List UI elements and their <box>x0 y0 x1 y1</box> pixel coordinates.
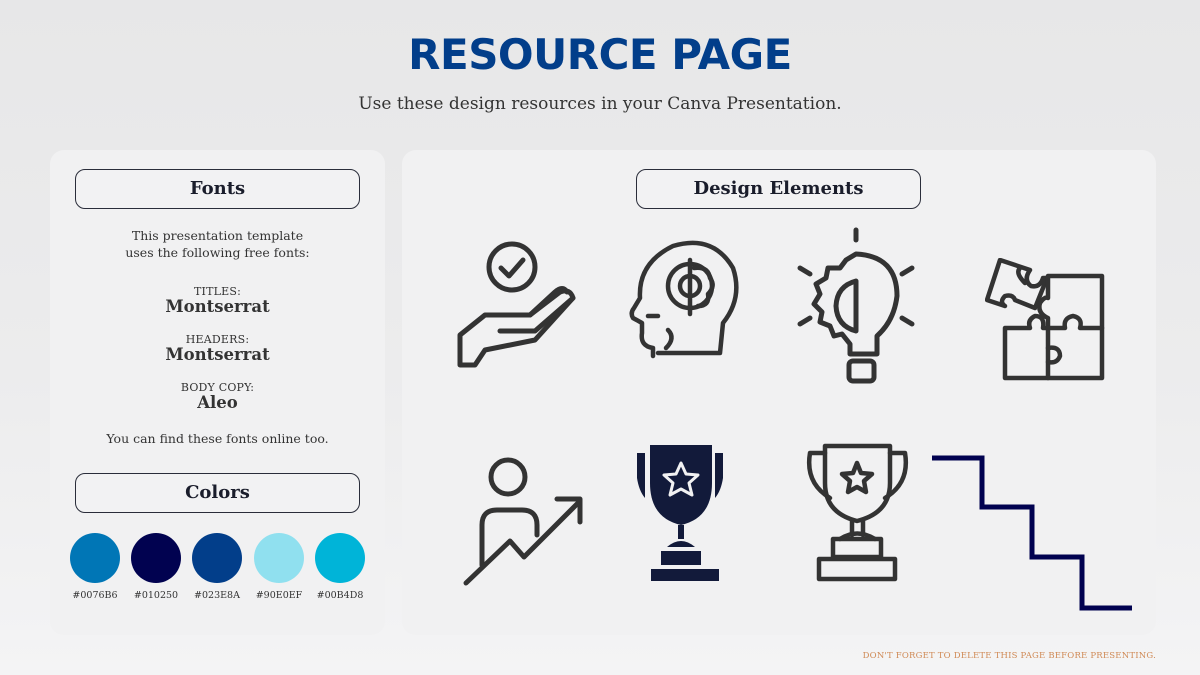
head-gear-brain-icon <box>629 240 739 359</box>
fonts-intro-line1: This presentation template <box>131 228 304 243</box>
color-hex-label: #023E8A <box>194 590 240 601</box>
font-name: Montserrat <box>165 297 270 316</box>
footer-note: DON'T FORGET TO DELETE THIS PAGE BEFORE … <box>862 651 1156 661</box>
fonts-colors-panel: Fonts This presentation template uses th… <box>50 150 385 635</box>
font-name: Aleo <box>197 393 238 412</box>
page-subtitle: Use these design resources in your Canva… <box>358 94 842 114</box>
color-hex-label: #00B4D8 <box>316 590 364 601</box>
trophy-outline-icon <box>806 443 909 582</box>
lightbulb-gear-icon <box>797 227 915 384</box>
font-entry-titles: TITLES: Montserrat <box>50 285 385 316</box>
font-name: Montserrat <box>165 345 270 364</box>
puzzle-pieces-icon <box>985 258 1105 381</box>
fonts-note: You can find these fonts online too. <box>106 431 329 446</box>
design-elements-heading: Design Elements <box>636 169 921 209</box>
color-swatch <box>131 533 181 583</box>
hand-checkmark-icon <box>457 241 576 368</box>
font-entry-body: BODY COPY: Aleo <box>50 381 385 412</box>
font-entry-headers: HEADERS: Montserrat <box>50 333 385 364</box>
colors-heading: Colors <box>75 473 360 513</box>
color-hex-label: #90E0EF <box>255 590 303 601</box>
color-swatch <box>315 533 365 583</box>
trophy-solid-icon <box>637 445 723 581</box>
color-swatch <box>192 533 242 583</box>
person-growth-arrow-icon <box>463 457 583 586</box>
color-swatch <box>70 533 120 583</box>
fonts-heading: Fonts <box>75 169 360 209</box>
fonts-intro: This presentation template uses the foll… <box>50 227 385 261</box>
fonts-intro-line2: uses the following free fonts: <box>125 245 310 260</box>
stairs-icon <box>932 455 1132 611</box>
color-swatch <box>254 533 304 583</box>
page-title: RESOURCE PAGE <box>408 30 792 79</box>
color-hex-label: #010250 <box>133 590 179 601</box>
color-hex-label: #0076B6 <box>72 590 118 601</box>
